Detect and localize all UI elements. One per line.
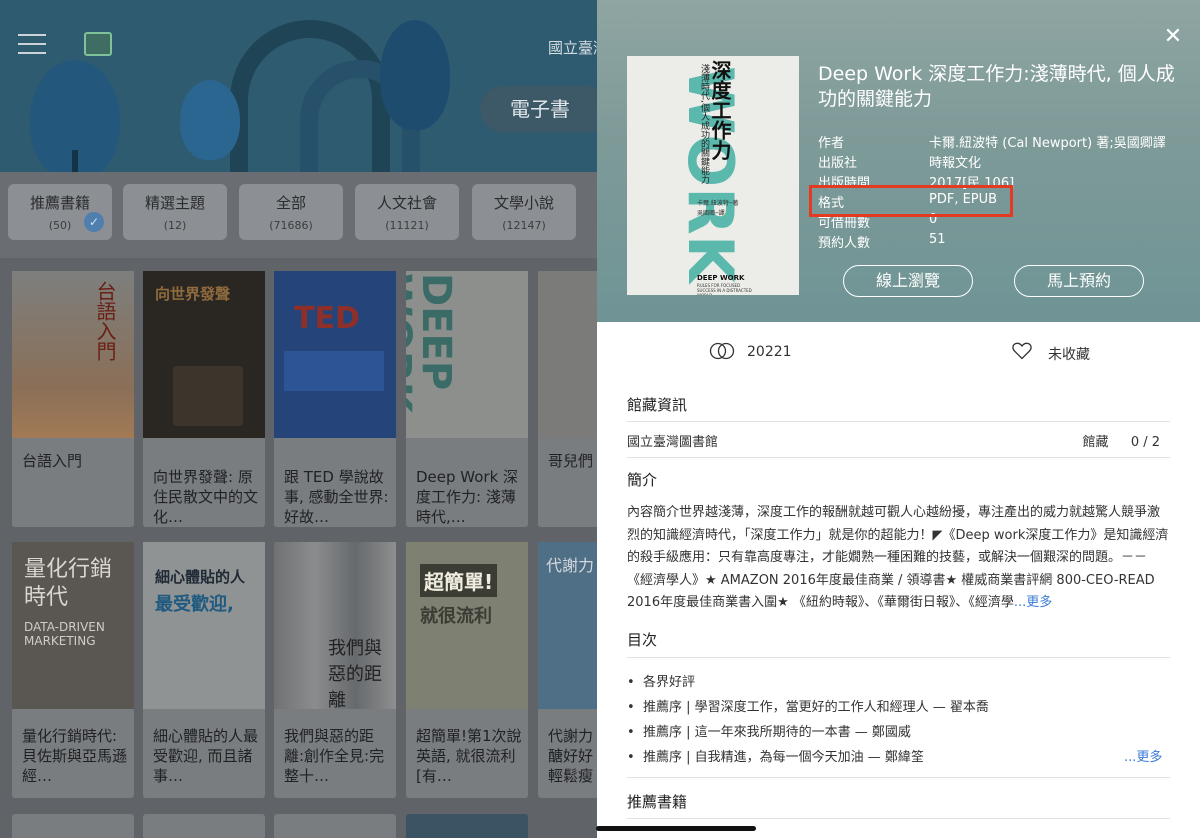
category-humanities[interactable]: 人文社會 (11121) [355,184,459,240]
divider [627,777,1170,778]
book-cover: TED [274,271,396,438]
toc-list: • 各界好評 • 推薦序 | 學習深度工作，當更好的工作人和經理人 — 翟本喬 … [627,670,1172,770]
book-title: 超簡單!第1次說英語, 就很流利 [有… [416,727,522,785]
meta-reservations: 預約人數 51 [818,232,946,251]
book-title: 我們與惡的距離:創作全見:完整十… [284,727,385,785]
book-card[interactable]: 細心體貼的人 最受歡迎, 細心體貼的人最受歡迎, 而且諸事… [143,542,265,798]
favorite-status[interactable]: 未收藏 [1048,344,1090,364]
book-title: 代謝力 醣好好 輕鬆瘦 [548,727,594,785]
book-card[interactable]: 台語入門 台語入門 [12,271,134,527]
book-title: 量化行銷時代:貝佐斯與亞馬遜經… [22,727,128,785]
holdings-row: 國立臺灣圖書館 館藏 0 / 2 [627,431,1170,450]
book-cover: 台語入門 [12,271,134,438]
detail-header: ✕ WORK DEEP 深度工作力 淺薄時代,個人成功的關鍵能力 卡爾.紐波特─… [597,0,1200,322]
holdings-library: 國立臺灣圖書館 [627,435,719,450]
divider [627,657,1170,658]
book-cover: 向世界發聲 [143,271,265,438]
holdings-count: 0 / 2 [1130,435,1160,450]
recommended-heading: 推薦書籍 [627,793,688,811]
book-cover [538,271,600,438]
divider [627,421,1170,422]
book-card[interactable]: 超簡單! 就很流利 超簡單!第1次說英語, 就很流利 [有… [406,542,528,798]
home-indicator[interactable] [596,826,756,831]
book-card[interactable] [406,814,528,838]
intro-text: 內容簡介世界越淺薄，深度工作的報酬就越可觀人心越紛擾，專注產出的威力就越驚人競爭… [627,505,1169,610]
book-card[interactable]: TED 跟 TED 學說故事, 感動全世界:好故… [274,271,396,527]
book-grid: 台語入門 台語入門 向世界發聲 向世界發聲: 原住民散文中的文化… TED 跟 … [0,258,600,838]
category-all[interactable]: 全部 (71686) [239,184,343,240]
check-icon: ✓ [84,212,104,232]
views-count: 20221 [747,344,792,360]
holdings-label: 館藏 [1082,435,1109,450]
library-title: 國立臺灣 [548,39,600,57]
app-header: 國立臺灣 電子書 [0,0,600,172]
cover-subtitle: 淺薄時代,個人成功的關鍵能力 [699,64,709,184]
book-title: 跟 TED 學說故事, 感動全世界:好故… [284,468,389,526]
book-cover: 細心體貼的人 最受歡迎, [143,542,265,709]
divider [627,457,1170,458]
cover-translator: 吳國卿─譯 [697,210,725,217]
book-title: 細心體貼的人最受歡迎, 而且諸事… [153,727,259,785]
online-browse-button[interactable]: 線上瀏覽 [843,265,973,297]
svg-text:DEEP: DEEP [788,66,799,248]
menu-icon[interactable] [18,34,46,54]
book-cover: DEEP WORK [406,271,528,438]
category-literature[interactable]: 文學小說 (12147) [472,184,576,240]
intro-more-link[interactable]: ...更多 [1014,595,1052,610]
heart-icon[interactable] [1012,342,1032,364]
category-bar: 推薦書籍 (50) ✓ 精選主題 (12) 全部 (71686) 人文社會 (1… [0,172,600,258]
reserve-button[interactable]: 馬上預約 [1014,265,1144,297]
stats-bar: 20221 未收藏 [597,322,1200,380]
book-card[interactable]: 我們與惡的距離 我們與惡的距離:創作全見:完整十… [274,542,396,798]
cover-en-sub: RULES FOR FOCUSED SUCCESS IN A DISTRACTE… [697,283,752,295]
category-recommended[interactable]: 推薦書籍 (50) ✓ [8,184,112,240]
close-icon[interactable]: ✕ [1162,26,1184,48]
cover-en-title: DEEP WORK [697,274,745,282]
book-cover: 超簡單! 就很流利 [406,542,528,709]
format-highlight-box [809,185,1013,217]
book-title: 台語入門 [22,452,83,470]
cover-author: 卡爾.紐波特─著 [697,200,739,207]
toc-heading: 目次 [627,631,658,649]
holdings-heading: 館藏資訊 [627,396,688,414]
book-cover: 我們與惡的距離 [274,542,396,709]
meta-author: 作者 卡爾.紐波特 (Cal Newport) 著;吳國卿譯 [818,136,1166,151]
toc-more-link[interactable]: ...更多 [1124,746,1162,765]
book-title: 向世界發聲: 原住民散文中的文化… [153,468,259,526]
category-featured[interactable]: 精選主題 (12) [123,184,227,240]
book-card[interactable] [274,814,396,838]
list-item: • 推薦序 | 自我精進，為每一個今天加油 — 鄭緯筌 [627,750,924,765]
list-item: • 推薦序 | 學習深度工作，當更好的工作人和經理人 — 翟本喬 [627,700,989,715]
book-title: Deep Work 深度工作力: 淺薄時代,… [416,468,519,526]
book-detail-panel: ✕ WORK DEEP 深度工作力 淺薄時代,個人成功的關鍵能力 卡爾.紐波特─… [597,0,1200,838]
book-card[interactable] [143,814,265,838]
book-cover: WORK DEEP 深度工作力 淺薄時代,個人成功的關鍵能力 卡爾.紐波特─著 … [627,56,799,295]
book-card[interactable] [12,814,134,838]
book-card[interactable]: 量化行銷時代 DATA-DRIVEN MARKETING 量化行銷時代:貝佐斯與… [12,542,134,798]
book-card[interactable]: 向世界發聲 向世界發聲: 原住民散文中的文化… [143,271,265,527]
book-card[interactable]: 哥兒們 [538,271,600,527]
book-title: Deep Work 深度工作力:淺薄時代, 個人成功的關鍵能力 [818,63,1175,110]
meta-publisher: 出版社 時報文化 [818,156,982,171]
library-card-icon[interactable] [84,32,112,56]
ebook-tab[interactable]: 電子書 [480,86,600,132]
divider [627,818,1170,819]
intro-heading: 簡介 [627,471,658,489]
book-card[interactable]: DEEP WORK Deep Work 深度工作力: 淺薄時代,… [406,271,528,527]
views-icon [708,342,736,364]
book-card[interactable]: 代謝力 代謝力 醣好好 輕鬆瘦 [538,542,600,798]
list-item: • 各界好評 [627,675,695,690]
book-cover: 代謝力 [538,542,600,709]
list-item: • 推薦序 | 這一年來我所期待的一本書 — 鄭國威 [627,725,911,740]
book-cover: 量化行銷時代 DATA-DRIVEN MARKETING [12,542,134,709]
